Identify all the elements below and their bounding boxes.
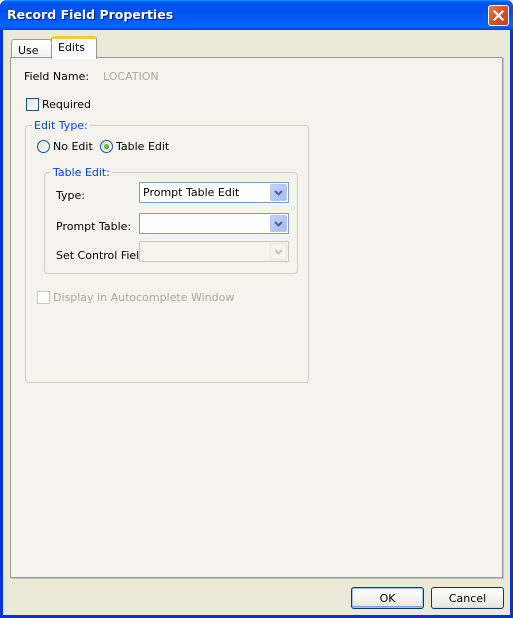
tab-edits-label: Edits (58, 41, 86, 54)
window-title: Record Field Properties (7, 7, 174, 22)
type-dropdown-arrow[interactable] (270, 184, 287, 201)
table-edit-radio[interactable] (100, 140, 113, 153)
chevron-down-icon (274, 248, 283, 255)
chevron-down-icon (274, 189, 283, 196)
close-x-icon (493, 10, 504, 21)
prompt-table-dropdown[interactable] (139, 213, 289, 234)
field-name-value: LOCATION (103, 70, 159, 83)
type-dropdown-value: Prompt Table Edit (143, 186, 240, 199)
ok-button[interactable]: OK (351, 587, 424, 609)
close-button[interactable] (488, 5, 509, 26)
cancel-button[interactable]: Cancel (431, 587, 504, 609)
chevron-down-icon (274, 220, 283, 227)
tab-edits[interactable]: Edits (51, 36, 97, 59)
cancel-button-label: Cancel (448, 591, 487, 605)
radio-selected-dot (104, 144, 109, 149)
prompt-table-dropdown-arrow[interactable] (270, 215, 287, 232)
type-label: Type: (56, 189, 85, 202)
title-bar[interactable]: Record Field Properties (0, 0, 513, 30)
autocomplete-label: Display in Autocomplete Window (53, 291, 235, 304)
set-control-field-dropdown[interactable] (139, 241, 289, 262)
tab-use[interactable]: Use (11, 39, 52, 58)
autocomplete-checkbox[interactable] (37, 291, 50, 304)
table-edit-label[interactable]: Table Edit (116, 140, 169, 153)
prompt-table-label: Prompt Table: (56, 220, 132, 233)
required-checkbox[interactable] (26, 98, 39, 111)
field-name-label: Field Name: (24, 70, 90, 83)
edit-type-group-label: Edit Type: (32, 119, 90, 132)
edits-tab-panel: Field Name: LOCATION Required Edit Type:… (10, 57, 503, 578)
set-control-field-label: Set Control Field: (56, 249, 150, 262)
no-edit-label[interactable]: No Edit (53, 140, 93, 153)
type-dropdown[interactable]: Prompt Table Edit (139, 182, 289, 203)
no-edit-radio[interactable] (37, 140, 50, 153)
ok-button-label: OK (379, 591, 396, 605)
table-edit-group-label: Table Edit: (51, 166, 112, 179)
set-control-field-dropdown-arrow[interactable] (270, 243, 287, 260)
tab-use-label: Use (18, 44, 39, 57)
required-label[interactable]: Required (42, 98, 91, 111)
